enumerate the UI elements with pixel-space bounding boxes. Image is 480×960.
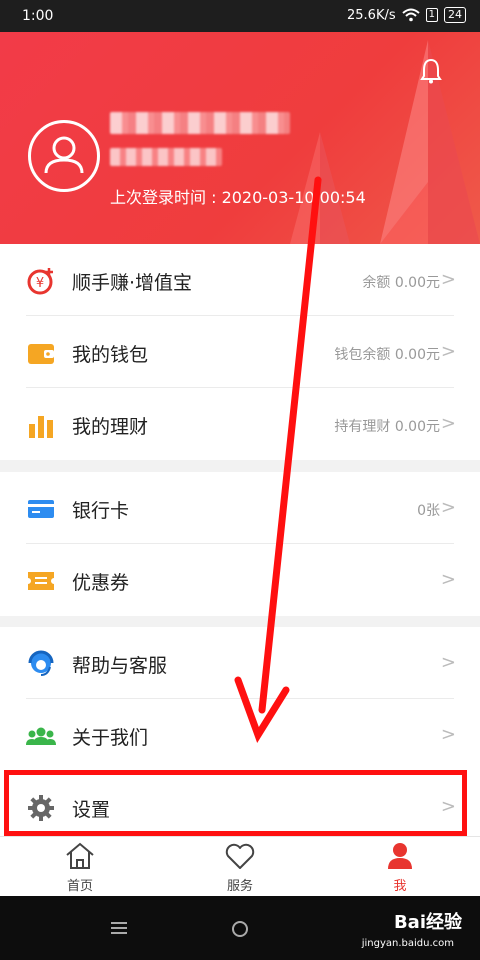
wallet-icon [28,344,54,364]
menu-item-wealth[interactable]: 我的理财 持有理财 0.00元 > [0,388,480,460]
tab-label: 服务 [226,879,253,894]
annotation-highlight-box [4,770,467,836]
menu-group-cards: 银行卡 0张 > 优惠券 > [0,472,480,616]
status-icons: 25.6K/s 1 24 [347,7,466,23]
chevron-right-icon: > [440,724,456,745]
people-icon [26,727,56,745]
profile-header: 上次登录时间 : 2020-03-10 00:54 [0,32,480,244]
last-login-time: 上次登录时间 : 2020-03-10 00:54 [110,188,366,207]
chevron-right-icon: > [440,269,456,290]
chevron-right-icon: > [440,413,456,434]
card-icon [28,500,54,518]
headset-icon [28,650,54,676]
chevron-right-icon: > [440,569,456,590]
bar-chart-icon [29,416,53,438]
menu-item-label: 帮助与客服 [72,655,168,677]
menu-item-label: 顺手赚·增值宝 [72,272,193,294]
watermark-url: jingyan.baidu.com [361,938,454,949]
chevron-right-icon: > [440,341,456,362]
menu-group-finance: ¥ 顺手赚·增值宝 余额 0.00元 > 我的钱包 钱包余额 0.00元 > 我… [0,244,480,460]
tab-home[interactable]: 首页 [0,837,160,897]
status-bar: 1:00 25.6K/s 1 24 [0,0,480,32]
menu-item-value: 持有理财 0.00元 [334,419,440,435]
wifi-icon [401,8,420,22]
menu-item-value: 0张 [417,503,440,519]
bell-icon[interactable] [420,58,442,84]
coin-plus-icon: ¥ [27,268,53,295]
menu-item-label: 我的理财 [72,416,149,438]
person-icon [44,136,84,174]
bottom-tab-bar: 首页 服务 我 [0,836,480,896]
home-circle-icon[interactable] [231,920,249,938]
avatar[interactable] [28,120,100,192]
tab-label: 我 [393,879,407,894]
chevron-right-icon: > [440,652,456,673]
menu-item-label: 优惠券 [72,572,130,594]
menu-item-label: 我的钱包 [72,344,149,366]
menu-item-bank-card[interactable]: 银行卡 0张 > [0,472,480,544]
menu-item-wallet[interactable]: 我的钱包 钱包余额 0.00元 > [0,316,480,388]
tab-me[interactable]: 我 [320,837,480,897]
menu-item-about[interactable]: 关于我们 > [0,699,480,771]
account-obscured [110,148,222,166]
menu-item-label: 银行卡 [72,500,130,522]
tab-label: 首页 [66,879,93,894]
menu-icon[interactable] [111,921,127,935]
menu-item-value: 余额 0.00元 [362,275,440,291]
user-icon [388,843,412,869]
home-icon [66,842,94,869]
watermark-brand: Bai经验 [393,912,462,933]
network-speed: 25.6K/s [347,7,396,23]
menu-item-coupon[interactable]: 优惠券 > [0,544,480,616]
system-nav-bar: Bai经验 [0,896,480,960]
ticket-icon [28,572,54,590]
menu-item-label: 关于我们 [72,727,149,749]
clock: 1:00 [22,8,54,24]
sim-indicator: 1 [425,8,438,22]
menu-item-zengzhibao[interactable]: ¥ 顺手赚·增值宝 余额 0.00元 > [0,244,480,316]
menu-item-value: 钱包余额 0.00元 [334,347,440,363]
chevron-right-icon: > [440,497,456,518]
menu-item-help[interactable]: 帮助与客服 > [0,627,480,699]
heart-icon [225,843,255,869]
tab-service[interactable]: 服务 [160,837,320,897]
username-obscured [110,112,290,134]
svg-text:¥: ¥ [36,276,44,291]
battery-indicator: 24 [444,7,466,23]
